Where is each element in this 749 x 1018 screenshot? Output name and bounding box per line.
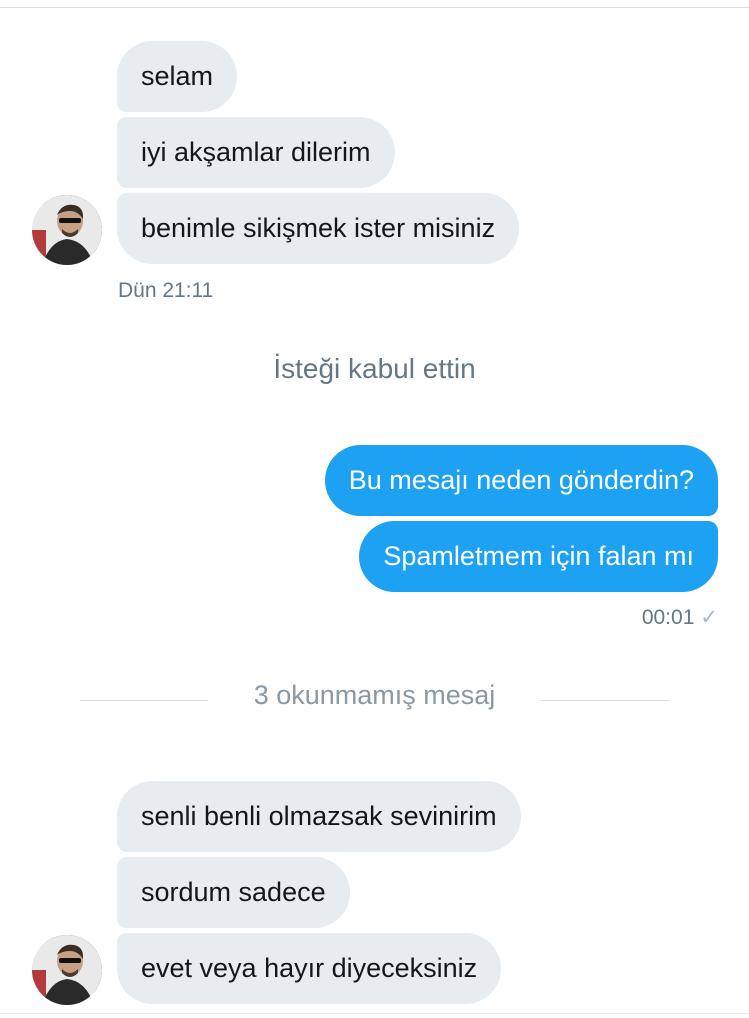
outgoing-message[interactable]: Spamletmem için falan mı [359,521,718,592]
sent-time: 00:01 [641,606,695,629]
avatar-image [32,935,102,1005]
unread-divider-line-right [541,700,669,701]
checkmark-icon: ✓ [700,606,718,629]
unread-messages-label: 3 okunmamış mesaj [253,680,496,710]
sender-avatar[interactable] [32,935,102,1005]
sender-avatar[interactable] [32,195,102,265]
incoming-message[interactable]: benimle sikişmek ister misiniz [117,193,520,264]
message-timestamp: Dün 21:11 [118,279,214,302]
sent-status: 00:01 ✓ [642,605,718,630]
incoming-message[interactable]: iyi akşamlar dilerim [117,117,395,188]
incoming-message[interactable]: senli benli olmazsak sevinirim [117,781,521,852]
incoming-message[interactable]: evet veya hayır diyeceksiniz [117,933,502,1004]
top-divider [0,7,749,8]
avatar-image [32,195,102,265]
request-accepted-notice: İsteği kabul ettin [273,353,476,384]
bottom-divider [0,1013,749,1014]
incoming-message[interactable]: sordum sadece [117,857,350,928]
incoming-message[interactable]: selam [117,41,238,112]
outgoing-message[interactable]: Bu mesajı neden gönderdin? [324,445,718,516]
